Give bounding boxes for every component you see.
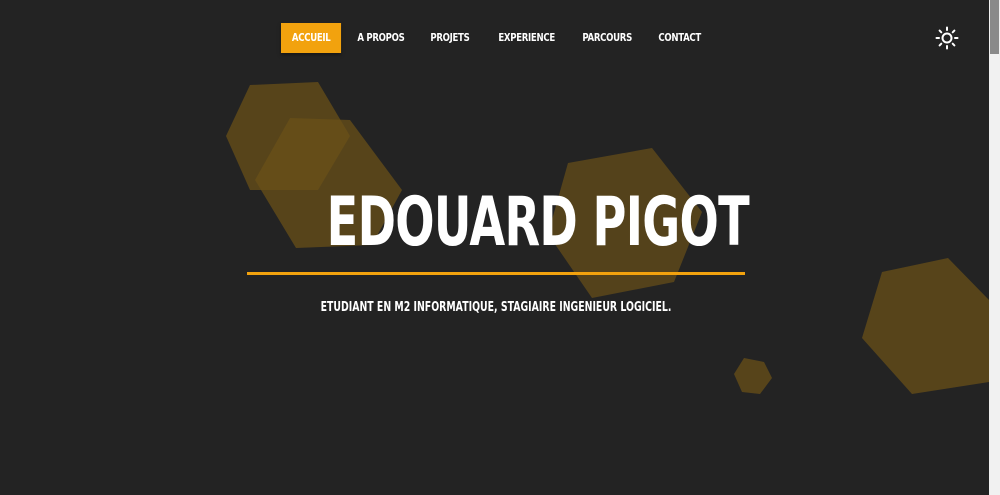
hexagon-shape	[862, 258, 989, 394]
page-scrollbar[interactable]	[989, 0, 1000, 495]
nav-item-contact[interactable]: CONTACT	[649, 23, 710, 53]
hero-divider	[247, 272, 745, 275]
hero-title: EDOUARD PIGOT	[326, 183, 750, 262]
sun-icon	[935, 26, 959, 50]
nav-item-a-propos[interactable]: A PROPOS	[348, 23, 414, 53]
nav-item-accueil[interactable]: ACCUEIL	[281, 23, 342, 53]
theme-toggle-button[interactable]	[935, 26, 959, 50]
scrollbar-thumb[interactable]	[990, 0, 999, 54]
nav-item-parcours[interactable]: PARCOURS	[573, 23, 641, 53]
nav-item-projets[interactable]: PROJETS	[421, 23, 479, 53]
hero-subtitle: ETUDIANT EN M2 INFORMATIQUE, STAGIAIRE I…	[320, 300, 672, 315]
hexagon-shape	[734, 358, 772, 394]
hexagon-shape	[226, 82, 350, 190]
nav-item-experience[interactable]: EXPERIENCE	[489, 23, 564, 53]
